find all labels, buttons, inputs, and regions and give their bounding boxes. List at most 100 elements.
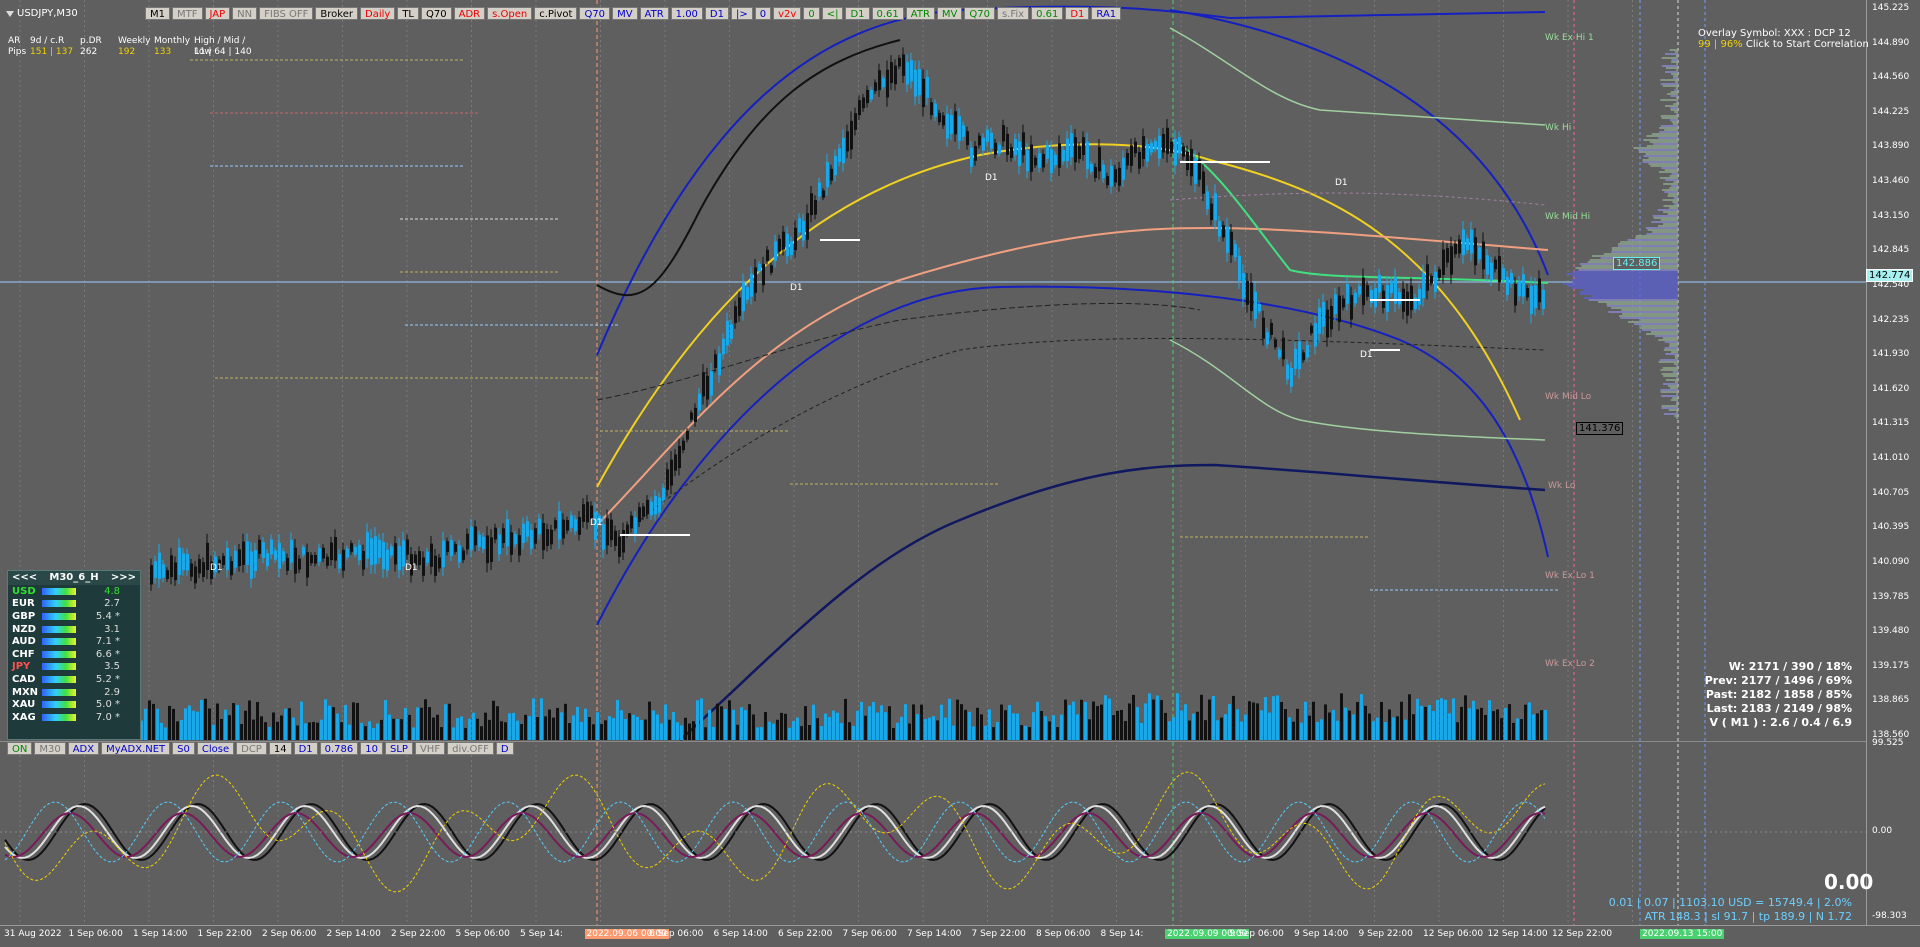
- volume-bar: [184, 708, 187, 740]
- candle-body: [786, 233, 789, 257]
- candle-body: [318, 548, 321, 562]
- toolbar-button-7[interactable]: TL: [397, 7, 419, 20]
- subwindow-button-9[interactable]: 0.786: [319, 742, 359, 755]
- subwindow-button-0[interactable]: ON: [7, 742, 33, 755]
- subwindow-button-2[interactable]: ADX: [67, 742, 100, 755]
- subwindow-button-4[interactable]: S0: [172, 742, 195, 755]
- price-tick-label: 139.480: [1872, 626, 1910, 637]
- subwindow-button-10[interactable]: 10: [360, 742, 384, 755]
- candle-body: [942, 115, 945, 126]
- candle-body: [1122, 157, 1125, 180]
- strength-row-aud[interactable]: AUD 7.1 *: [8, 635, 140, 648]
- toolbar-button-20[interactable]: 0: [803, 7, 820, 20]
- toolbar-button-26[interactable]: Q70: [964, 7, 995, 20]
- volume-bar: [804, 706, 807, 740]
- candle-body: [334, 537, 337, 561]
- strength-row-cad[interactable]: CAD 5.2 *: [8, 673, 140, 686]
- candle-body: [510, 532, 513, 555]
- toolbar-button-21[interactable]: <|: [821, 7, 844, 20]
- toolbar-button-24[interactable]: ATR: [905, 7, 935, 20]
- candle-body: [1522, 274, 1525, 297]
- toolbar-button-13[interactable]: MV: [612, 7, 638, 20]
- strength-next-button[interactable]: >>>: [111, 571, 136, 585]
- toolbar-button-1[interactable]: MTF: [172, 7, 203, 20]
- toolbar-button-22[interactable]: D1: [845, 7, 870, 20]
- volume-bar: [536, 717, 539, 740]
- toolbar-button-3[interactable]: NN: [232, 7, 258, 20]
- toolbar-button-19[interactable]: v2v: [773, 7, 802, 20]
- toolbar-button-4[interactable]: FIBS OFF: [259, 7, 314, 20]
- strength-prev-button[interactable]: <<<: [12, 571, 37, 585]
- toolbar-button-8[interactable]: Q70: [421, 7, 452, 20]
- toolbar-button-29[interactable]: D1: [1065, 7, 1090, 20]
- volume-bar: [1068, 704, 1071, 740]
- price-tick-label: 138.865: [1872, 695, 1910, 706]
- volume-bar: [960, 704, 963, 740]
- candle-body: [454, 544, 457, 552]
- volume-bar: [1484, 714, 1487, 740]
- subwindow-button-6[interactable]: DCP: [236, 742, 267, 755]
- candle-body: [162, 564, 165, 578]
- strength-row-usd[interactable]: USD 4.8: [8, 585, 140, 598]
- strength-row-chf[interactable]: CHF 6.6 *: [8, 648, 140, 661]
- strength-row-mxn[interactable]: MXN 2.9: [8, 686, 140, 699]
- dropdown-triangle-icon[interactable]: [6, 10, 14, 17]
- toolbar-button-16[interactable]: D1: [704, 7, 729, 20]
- toolbar-button-14[interactable]: ATR: [639, 7, 669, 20]
- overlay-symbol-info[interactable]: Overlay Symbol: XXX : DCP 12 99 | 96% Cl…: [1698, 28, 1869, 50]
- volume-bar: [1048, 721, 1051, 740]
- candle-body: [486, 535, 489, 564]
- subwindow-button-13[interactable]: div.OFF: [447, 742, 494, 755]
- strength-row-jpy[interactable]: JPY 3.5: [8, 661, 140, 674]
- candle-body: [190, 563, 193, 577]
- candle-body: [866, 89, 869, 104]
- subwindow-button-1[interactable]: M30: [34, 742, 66, 755]
- candle-body: [358, 544, 361, 561]
- volume-bar: [1080, 699, 1083, 740]
- volume-bar: [276, 721, 279, 740]
- subwindow-button-3[interactable]: MyADX.NET: [101, 742, 171, 755]
- strength-row-xag[interactable]: XAG 7.0 *: [8, 711, 140, 724]
- toolbar-button-10[interactable]: s.Open: [487, 7, 533, 20]
- toolbar-button-27[interactable]: s.Fix: [996, 7, 1030, 20]
- toolbar-button-15[interactable]: 1.00: [670, 7, 703, 20]
- toolbar-button-30[interactable]: RA1: [1091, 7, 1122, 20]
- toolbar-button-17[interactable]: |>: [730, 7, 753, 20]
- toolbar-button-9[interactable]: ADR: [453, 7, 486, 20]
- candle-body: [1462, 229, 1465, 256]
- volume-bar: [692, 721, 695, 740]
- strength-row-xau[interactable]: XAU 5.0 *: [8, 698, 140, 711]
- volume-bar: [264, 722, 267, 740]
- toolbar-button-23[interactable]: 0.61: [871, 7, 904, 20]
- toolbar-button-5[interactable]: Broker: [315, 7, 358, 20]
- subwindow-button-8[interactable]: D1: [293, 742, 318, 755]
- toolbar-button-25[interactable]: MV: [936, 7, 963, 20]
- toolbar-button-28[interactable]: 0.61: [1031, 7, 1064, 20]
- candle-body: [382, 542, 385, 570]
- subwindow-button-11[interactable]: SLP: [385, 742, 413, 755]
- subwindow-button-14[interactable]: D: [495, 742, 514, 755]
- volume-bar: [1432, 711, 1435, 740]
- volume-bar: [1296, 708, 1299, 740]
- toolbar-button-12[interactable]: Q70: [579, 7, 611, 20]
- toolbar-button-18[interactable]: 0: [754, 7, 772, 20]
- toolbar-button-11[interactable]: c.Pivot: [534, 7, 578, 20]
- volume-bar: [1460, 706, 1463, 740]
- toolbar-button-0[interactable]: M1: [145, 7, 170, 20]
- candle-body: [870, 89, 873, 100]
- strength-row-eur[interactable]: EUR 2.7: [8, 598, 140, 611]
- strength-ccy-label: MXN: [12, 686, 39, 698]
- subwindow-button-12[interactable]: VHF: [414, 742, 446, 755]
- toolbar-button-6[interactable]: Daily: [360, 7, 396, 20]
- volume-bar: [1012, 713, 1015, 740]
- toolbar-button-2[interactable]: JAP: [204, 7, 231, 20]
- volume-bar: [584, 708, 587, 740]
- strength-row-nzd[interactable]: NZD 3.1: [8, 623, 140, 636]
- subwindow-button-5[interactable]: Close: [196, 742, 235, 755]
- volume-bar: [1076, 714, 1079, 740]
- candle-body: [1346, 283, 1349, 304]
- strength-row-gbp[interactable]: GBP 5.4 *: [8, 610, 140, 623]
- subwindow-button-7[interactable]: 14: [268, 742, 292, 755]
- candle-body: [1206, 191, 1209, 210]
- strength-value: 5.4 *: [95, 610, 120, 622]
